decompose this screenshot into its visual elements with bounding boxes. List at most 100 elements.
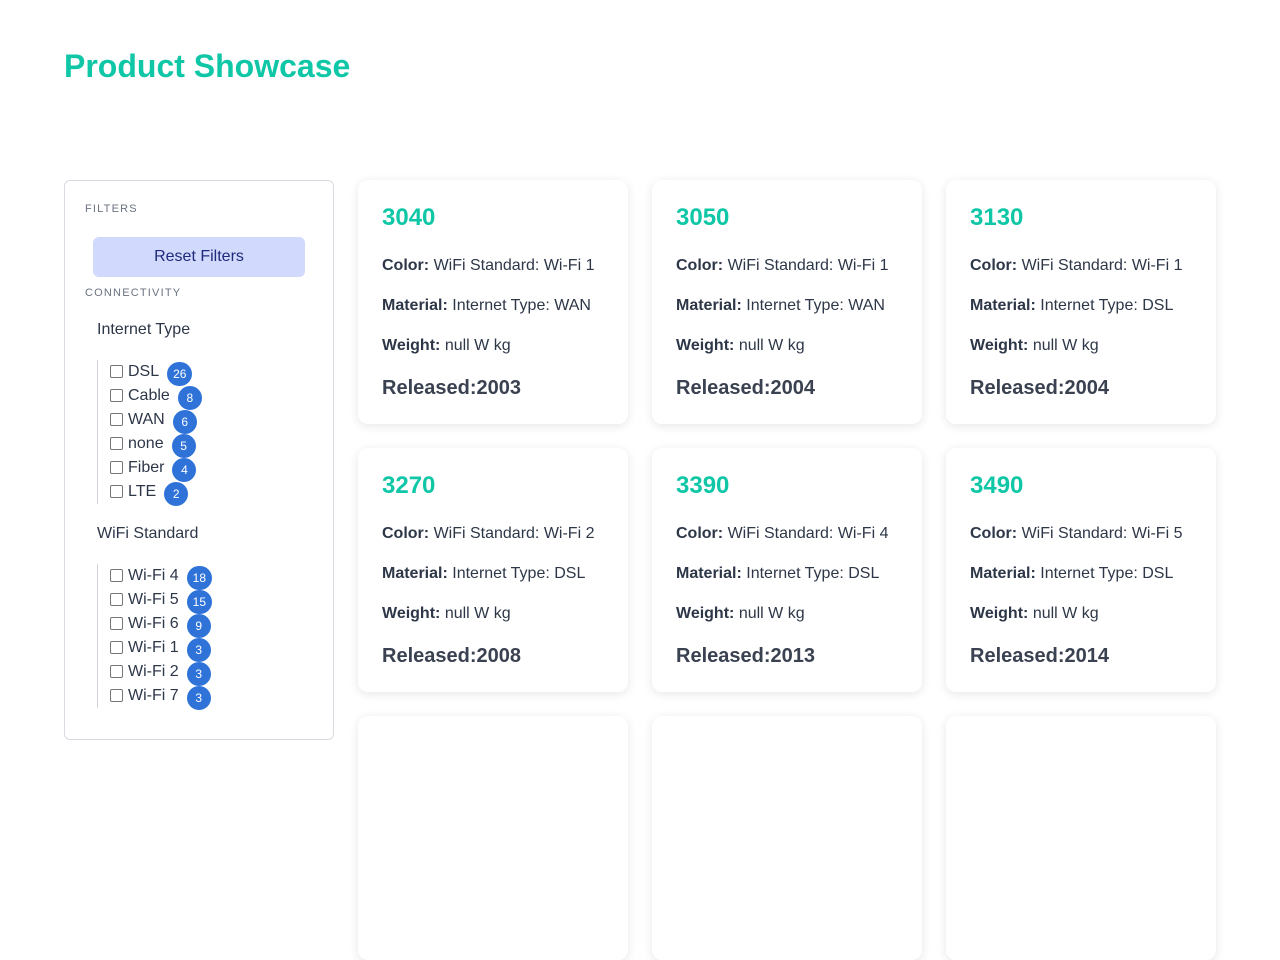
filter-option-lte[interactable]: LTE 2 xyxy=(110,480,202,506)
product-released: Released:2013 xyxy=(676,645,815,667)
color-value: WiFi Standard: Wi-Fi 1 xyxy=(1021,257,1183,274)
product-color: Color: WiFi Standard: Wi-Fi 1 xyxy=(676,256,898,276)
product-grid: 3040 Color: WiFi Standard: Wi-Fi 1 Mater… xyxy=(358,180,1216,960)
filter-option-label: LTE xyxy=(128,483,157,500)
product-material: Material: Internet Type: DSL xyxy=(970,296,1192,316)
product-name: 3130 xyxy=(970,204,1024,231)
product-color: Color: WiFi Standard: Wi-Fi 1 xyxy=(382,256,604,276)
count-badge: 6 xyxy=(172,410,197,434)
product-released: Released:2003 xyxy=(382,377,521,399)
checkbox[interactable] xyxy=(110,485,123,498)
count-badge: 3 xyxy=(186,662,211,686)
reset-filters-button[interactable]: Reset Filters xyxy=(93,237,305,277)
product-card[interactable] xyxy=(652,716,922,960)
weight-value: null W kg xyxy=(444,605,511,622)
count-badge: 3 xyxy=(186,686,211,710)
filter-option-label: Wi-Fi 2 xyxy=(128,663,179,680)
checkbox[interactable] xyxy=(110,461,123,474)
weight-value: null W kg xyxy=(738,337,805,354)
checkbox[interactable] xyxy=(110,617,123,630)
checkbox[interactable] xyxy=(110,641,123,654)
filter-option-wifi-5[interactable]: Wi-Fi 5 15 xyxy=(110,588,213,614)
weight-value: null W kg xyxy=(738,605,805,622)
color-label: Color: xyxy=(676,257,724,274)
product-weight: Weight: null W kg xyxy=(382,604,604,624)
weight-value: null W kg xyxy=(1032,337,1099,354)
filter-option-label: Cable xyxy=(128,387,170,404)
checkbox[interactable] xyxy=(110,389,123,402)
checkbox[interactable] xyxy=(110,689,123,702)
filter-option-wifi-4[interactable]: Wi-Fi 4 18 xyxy=(110,564,213,590)
count-badge: 5 xyxy=(171,434,196,458)
filter-option-label: none xyxy=(128,435,164,452)
checkbox[interactable] xyxy=(110,593,123,606)
material-value: Internet Type: WAN xyxy=(452,297,591,314)
color-value: WiFi Standard: Wi-Fi 1 xyxy=(727,257,889,274)
material-label: Material: xyxy=(382,565,448,582)
product-color: Color: WiFi Standard: Wi-Fi 1 xyxy=(970,256,1192,276)
filter-sidebar: FILTERS Reset Filters CONNECTIVITY Inter… xyxy=(64,180,334,740)
internet-type-options: DSL 26 Cable 8 WAN 6 none 5 Fiber 4 LTE … xyxy=(97,360,202,506)
checkbox[interactable] xyxy=(110,413,123,426)
filters-label: FILTERS xyxy=(85,203,138,215)
checkbox[interactable] xyxy=(110,365,123,378)
product-card[interactable]: 3130 Color: WiFi Standard: Wi-Fi 1 Mater… xyxy=(946,180,1216,424)
product-name: 3050 xyxy=(676,204,730,231)
filter-option-label: DSL xyxy=(128,363,160,380)
product-material: Material: Internet Type: WAN xyxy=(676,296,898,316)
filter-option-wan[interactable]: WAN 6 xyxy=(110,408,202,434)
color-label: Color: xyxy=(970,525,1018,542)
filter-option-wifi-6[interactable]: Wi-Fi 6 9 xyxy=(110,612,212,638)
product-card[interactable]: 3050 Color: WiFi Standard: Wi-Fi 1 Mater… xyxy=(652,180,922,424)
filter-option-wifi-2[interactable]: Wi-Fi 2 3 xyxy=(110,660,212,686)
product-released: Released:2004 xyxy=(676,377,815,399)
product-weight: Weight: null W kg xyxy=(970,336,1192,356)
material-label: Material: xyxy=(382,297,448,314)
product-card[interactable]: 3040 Color: WiFi Standard: Wi-Fi 1 Mater… xyxy=(358,180,628,424)
color-value: WiFi Standard: Wi-Fi 2 xyxy=(433,525,595,542)
weight-value: null W kg xyxy=(1032,605,1099,622)
product-released: Released:2008 xyxy=(382,645,521,667)
page-title: Product Showcase xyxy=(64,48,351,84)
filter-option-none[interactable]: none 5 xyxy=(110,432,202,458)
product-name: 3490 xyxy=(970,472,1024,499)
material-value: Internet Type: DSL xyxy=(1040,297,1174,314)
filter-option-label: WAN xyxy=(128,411,165,428)
filter-option-label: Fiber xyxy=(128,459,165,476)
filter-option-fiber[interactable]: Fiber 4 xyxy=(110,456,202,482)
color-label: Color: xyxy=(676,525,724,542)
filter-option-label: Wi-Fi 1 xyxy=(128,639,179,656)
weight-label: Weight: xyxy=(970,605,1029,622)
product-card[interactable]: 3270 Color: WiFi Standard: Wi-Fi 2 Mater… xyxy=(358,448,628,692)
product-name: 3270 xyxy=(382,472,436,499)
product-released: Released:2014 xyxy=(970,645,1109,667)
filter-option-wifi-1[interactable]: Wi-Fi 1 3 xyxy=(110,636,212,662)
checkbox[interactable] xyxy=(110,665,123,678)
product-card[interactable] xyxy=(358,716,628,960)
product-card[interactable] xyxy=(946,716,1216,960)
material-label: Material: xyxy=(676,565,742,582)
weight-label: Weight: xyxy=(382,337,441,354)
wifi-standard-options: Wi-Fi 4 18 Wi-Fi 5 15 Wi-Fi 6 9 Wi-Fi 1 … xyxy=(97,564,213,710)
filter-option-dsl[interactable]: DSL 26 xyxy=(110,360,202,386)
product-card[interactable]: 3390 Color: WiFi Standard: Wi-Fi 4 Mater… xyxy=(652,448,922,692)
count-badge: 26 xyxy=(167,362,193,386)
count-badge: 8 xyxy=(177,386,202,410)
product-card[interactable]: 3490 Color: WiFi Standard: Wi-Fi 5 Mater… xyxy=(946,448,1216,692)
connectivity-label: CONNECTIVITY xyxy=(85,287,182,299)
product-color: Color: WiFi Standard: Wi-Fi 4 xyxy=(676,524,898,544)
count-badge: 18 xyxy=(186,566,213,590)
material-label: Material: xyxy=(970,297,1036,314)
color-value: WiFi Standard: Wi-Fi 5 xyxy=(1021,525,1183,542)
product-material: Material: Internet Type: DSL xyxy=(970,564,1192,584)
checkbox[interactable] xyxy=(110,437,123,450)
filter-option-wifi-7[interactable]: Wi-Fi 7 3 xyxy=(110,684,212,710)
product-weight: Weight: null W kg xyxy=(970,604,1192,624)
filter-option-label: Wi-Fi 4 xyxy=(128,567,179,584)
product-weight: Weight: null W kg xyxy=(676,604,898,624)
filter-option-cable[interactable]: Cable 8 xyxy=(110,384,202,410)
product-name: 3390 xyxy=(676,472,730,499)
product-material: Material: Internet Type: DSL xyxy=(382,564,604,584)
checkbox[interactable] xyxy=(110,569,123,582)
color-label: Color: xyxy=(382,257,430,274)
